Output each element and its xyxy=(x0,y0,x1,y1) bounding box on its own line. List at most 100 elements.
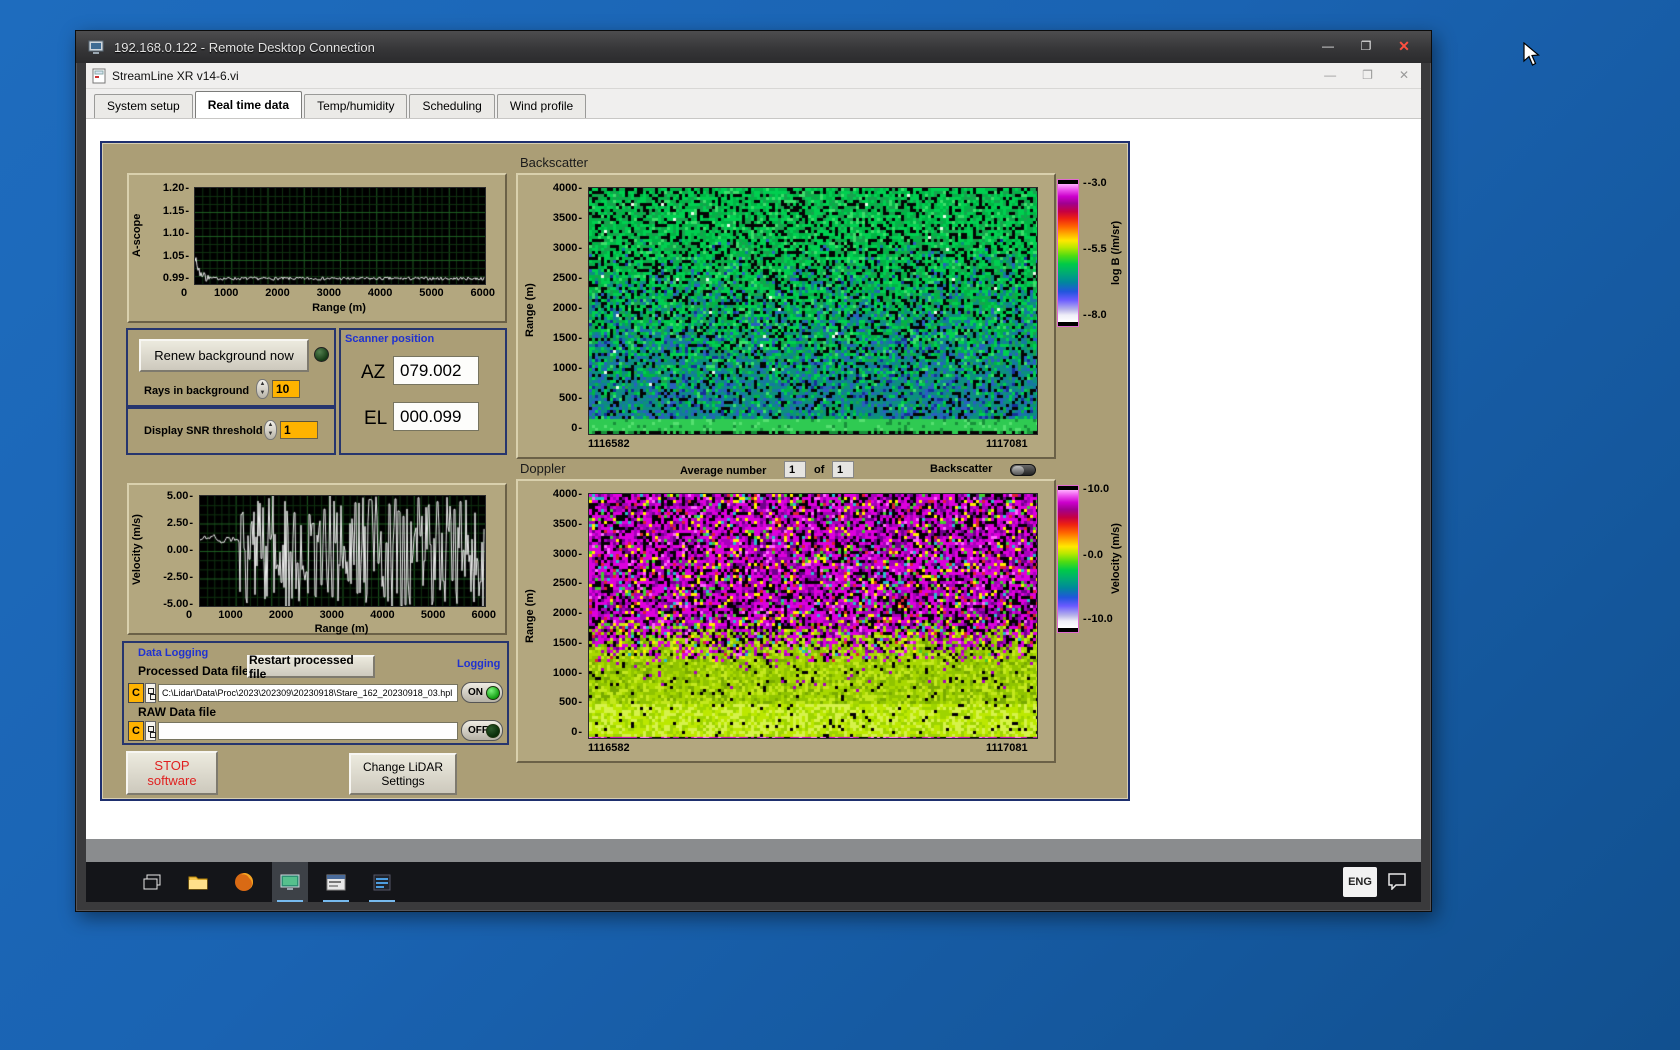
tab-real-time-data[interactable]: Real time data xyxy=(194,91,303,118)
doppler-x-end: 1117081 xyxy=(986,742,1028,754)
velocity-graph-frame: Velocity (m/s) 5.00 2.50 0.00 -2.50 -5.00 0 1… xyxy=(127,483,507,635)
processed-path-field[interactable]: C:\Lidar\Data\Proc\2023\202309\20230918\… xyxy=(158,684,458,702)
scan-schedule-icon xyxy=(326,874,346,890)
feedback-chat-icon[interactable] xyxy=(1387,872,1407,895)
raw-browse-button[interactable] xyxy=(145,721,156,741)
vi-maximize-button[interactable]: ❐ xyxy=(1362,68,1373,82)
axis-tick: 4000 xyxy=(553,489,582,500)
data-logging-title: Data Logging xyxy=(138,647,209,659)
remote-desktop-strip xyxy=(86,839,1421,864)
axis-tick: 2000 xyxy=(265,287,290,299)
snr-group: Display SNR threshold ▲ ▼ 1 xyxy=(126,407,336,455)
axis-tick: 0.99 xyxy=(163,273,189,284)
file-explorer-button[interactable] xyxy=(180,862,216,902)
processed-data-file-label: Processed Data file xyxy=(138,664,249,678)
average-number-field[interactable]: 1 xyxy=(784,461,806,478)
axis-tick: 0 xyxy=(181,287,188,299)
rdp-close-button[interactable]: ✕ xyxy=(1387,35,1421,57)
processed-browse-button[interactable] xyxy=(145,683,156,703)
data-logging-group: Data Logging Processed Data file Restart… xyxy=(122,641,509,745)
doppler-title: Doppler xyxy=(520,461,566,476)
change-line1: Change LiDAR xyxy=(362,760,444,774)
raw-logging-toggle[interactable]: OFF xyxy=(461,720,503,741)
el-value-field[interactable]: 000.099 xyxy=(393,402,479,431)
rays-spinner[interactable]: ▲ ▼ xyxy=(256,379,269,399)
snr-value-field[interactable]: 1 xyxy=(280,421,318,439)
change-lidar-settings-button[interactable]: Change LiDAR Settings xyxy=(349,753,457,795)
az-label: AZ xyxy=(361,362,386,383)
on-label: ON xyxy=(468,687,483,698)
doppler-colorbar xyxy=(1057,485,1079,633)
backscatter-doppler-switch[interactable] xyxy=(1010,464,1036,476)
axis-tick: 500 xyxy=(559,697,582,708)
vi-minimize-button[interactable]: — xyxy=(1324,68,1336,82)
tab-system-setup[interactable]: System setup xyxy=(94,94,193,118)
doppler-heatmap xyxy=(588,493,1038,739)
processed-logging-toggle[interactable]: ON xyxy=(461,682,503,703)
axis-tick: 2000 xyxy=(553,303,582,314)
doppler-colorbar-tick-mid: 0.0 xyxy=(1083,549,1103,561)
labview-vi-icon xyxy=(92,68,106,83)
backscatter-colorbar-tick-max: -3.0 xyxy=(1083,177,1107,189)
axis-tick: 6000 xyxy=(471,609,496,621)
tab-wind-profile[interactable]: Wind profile xyxy=(496,94,587,118)
raw-drive-button[interactable]: C xyxy=(128,721,144,741)
a-scope-x-ticks: 0 1000 2000 3000 4000 5000 6000 xyxy=(181,287,495,299)
axis-tick: 1500 xyxy=(553,637,582,648)
tab-temp-humidity[interactable]: Temp/humidity xyxy=(304,94,408,118)
velocity-y-axis-label: Velocity (m/s) xyxy=(131,514,143,586)
rdp-icon xyxy=(88,40,104,54)
vi-close-button[interactable]: ✕ xyxy=(1399,68,1409,82)
rdp-restore-button[interactable]: ❐ xyxy=(1349,35,1383,57)
velocity-x-ticks: 0 1000 2000 3000 4000 5000 6000 xyxy=(186,609,496,621)
az-value-field[interactable]: 079.002 xyxy=(393,356,479,385)
axis-tick: 1000 xyxy=(213,287,239,299)
axis-tick: -2.50 xyxy=(163,572,193,583)
axis-tick: 4000 xyxy=(370,609,395,621)
backscatter-x-start: 1116582 xyxy=(588,438,630,450)
renew-background-button[interactable]: Renew background now xyxy=(139,339,309,372)
change-line2: Settings xyxy=(381,774,425,788)
restart-processed-file-button[interactable]: Restart processed file xyxy=(247,653,375,681)
backscatter-colorbar-tick-min: -8.0 xyxy=(1083,309,1107,321)
axis-tick: 0 xyxy=(571,727,582,738)
axis-tick: 500 xyxy=(559,393,582,404)
doppler-colorbar-label: Velocity (m/s) xyxy=(1110,523,1122,595)
stop-software-button[interactable]: STOP software xyxy=(126,751,218,795)
axis-tick: 1000 xyxy=(553,363,582,374)
rdp-titlebar[interactable]: 192.168.0.122 - Remote Desktop Connectio… xyxy=(76,31,1431,63)
rdp-minimize-button[interactable]: — xyxy=(1311,35,1345,57)
of-label: of xyxy=(814,464,825,476)
velocity-y-ticks: 5.00 2.50 0.00 -2.50 -5.00 xyxy=(149,491,193,610)
logging-label: Logging xyxy=(457,658,501,670)
rdp-app-icon xyxy=(280,874,300,890)
axis-tick: 6000 xyxy=(470,287,495,299)
axis-tick: 4000 xyxy=(553,183,582,194)
snr-spinner[interactable]: ▲ ▼ xyxy=(264,420,277,440)
doppler-y-ticks: 4000 3500 3000 2500 2000 1500 1000 500 0 xyxy=(542,489,582,738)
axis-tick: 0 xyxy=(186,609,193,621)
rdp-window: 192.168.0.122 - Remote Desktop Connectio… xyxy=(75,30,1432,912)
streamline-titlebar[interactable]: StreamLine XR v14-6.vi — ❐ ✕ xyxy=(86,63,1421,89)
streamline-window-title: StreamLine XR v14-6.vi xyxy=(112,68,239,83)
backscatter-colorbar-tick-mid: -5.5 xyxy=(1083,243,1107,255)
streamline-window: StreamLine XR v14-6.vi — ❐ ✕ System setu… xyxy=(86,63,1421,839)
scan-schedule-button[interactable] xyxy=(318,862,354,902)
stop-line2: software xyxy=(147,773,197,788)
notes-app-button[interactable] xyxy=(364,862,400,902)
tab-scheduling[interactable]: Scheduling xyxy=(409,94,495,118)
rays-value-field[interactable]: 10 xyxy=(272,380,300,398)
axis-tick: 3000 xyxy=(316,287,342,299)
raw-path-field[interactable] xyxy=(158,722,458,740)
language-indicator[interactable]: ENG xyxy=(1343,867,1377,897)
rdp-app-button[interactable] xyxy=(272,862,308,902)
processed-drive-button[interactable]: C xyxy=(128,683,144,703)
task-view-button[interactable] xyxy=(134,862,170,902)
axis-tick: 2.50 xyxy=(167,518,193,529)
backscatter-heatmap xyxy=(588,187,1038,435)
doppler-colorbar-tick-max: 10.0 xyxy=(1083,483,1109,495)
axis-tick: 1.10 xyxy=(163,228,189,239)
average-count-field[interactable]: 1 xyxy=(832,461,854,478)
firefox-button[interactable] xyxy=(226,862,262,902)
axis-tick: 4000 xyxy=(367,287,393,299)
